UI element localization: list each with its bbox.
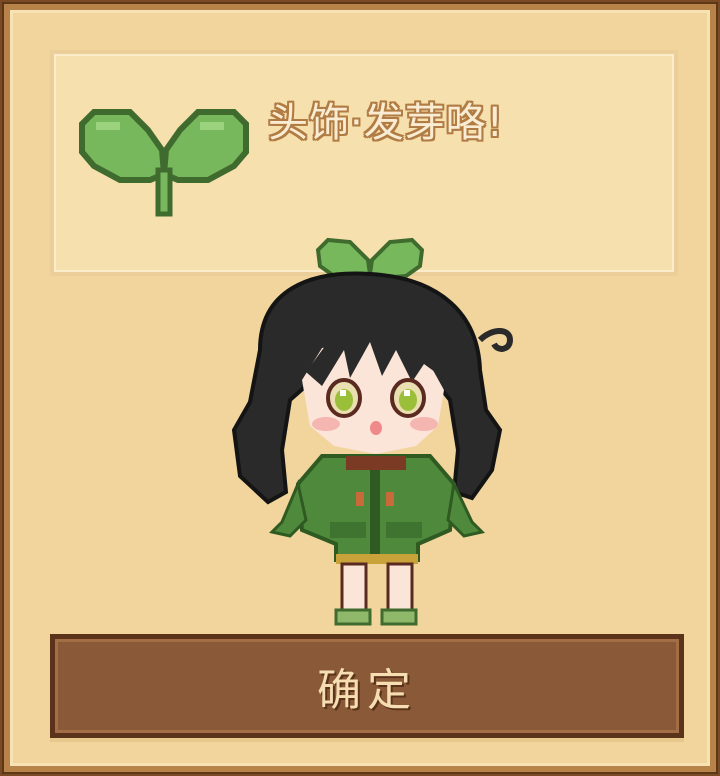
confirm-button-label: 确定 xyxy=(317,665,417,716)
item-name-title: 头饰·发芽咯! xyxy=(268,100,504,146)
sprout-icon xyxy=(79,109,249,217)
confirm-button[interactable]: 确定 xyxy=(50,634,684,738)
character-preview xyxy=(231,237,514,626)
reward-dialog: 头饰·发芽咯! 确定 xyxy=(4,4,716,772)
